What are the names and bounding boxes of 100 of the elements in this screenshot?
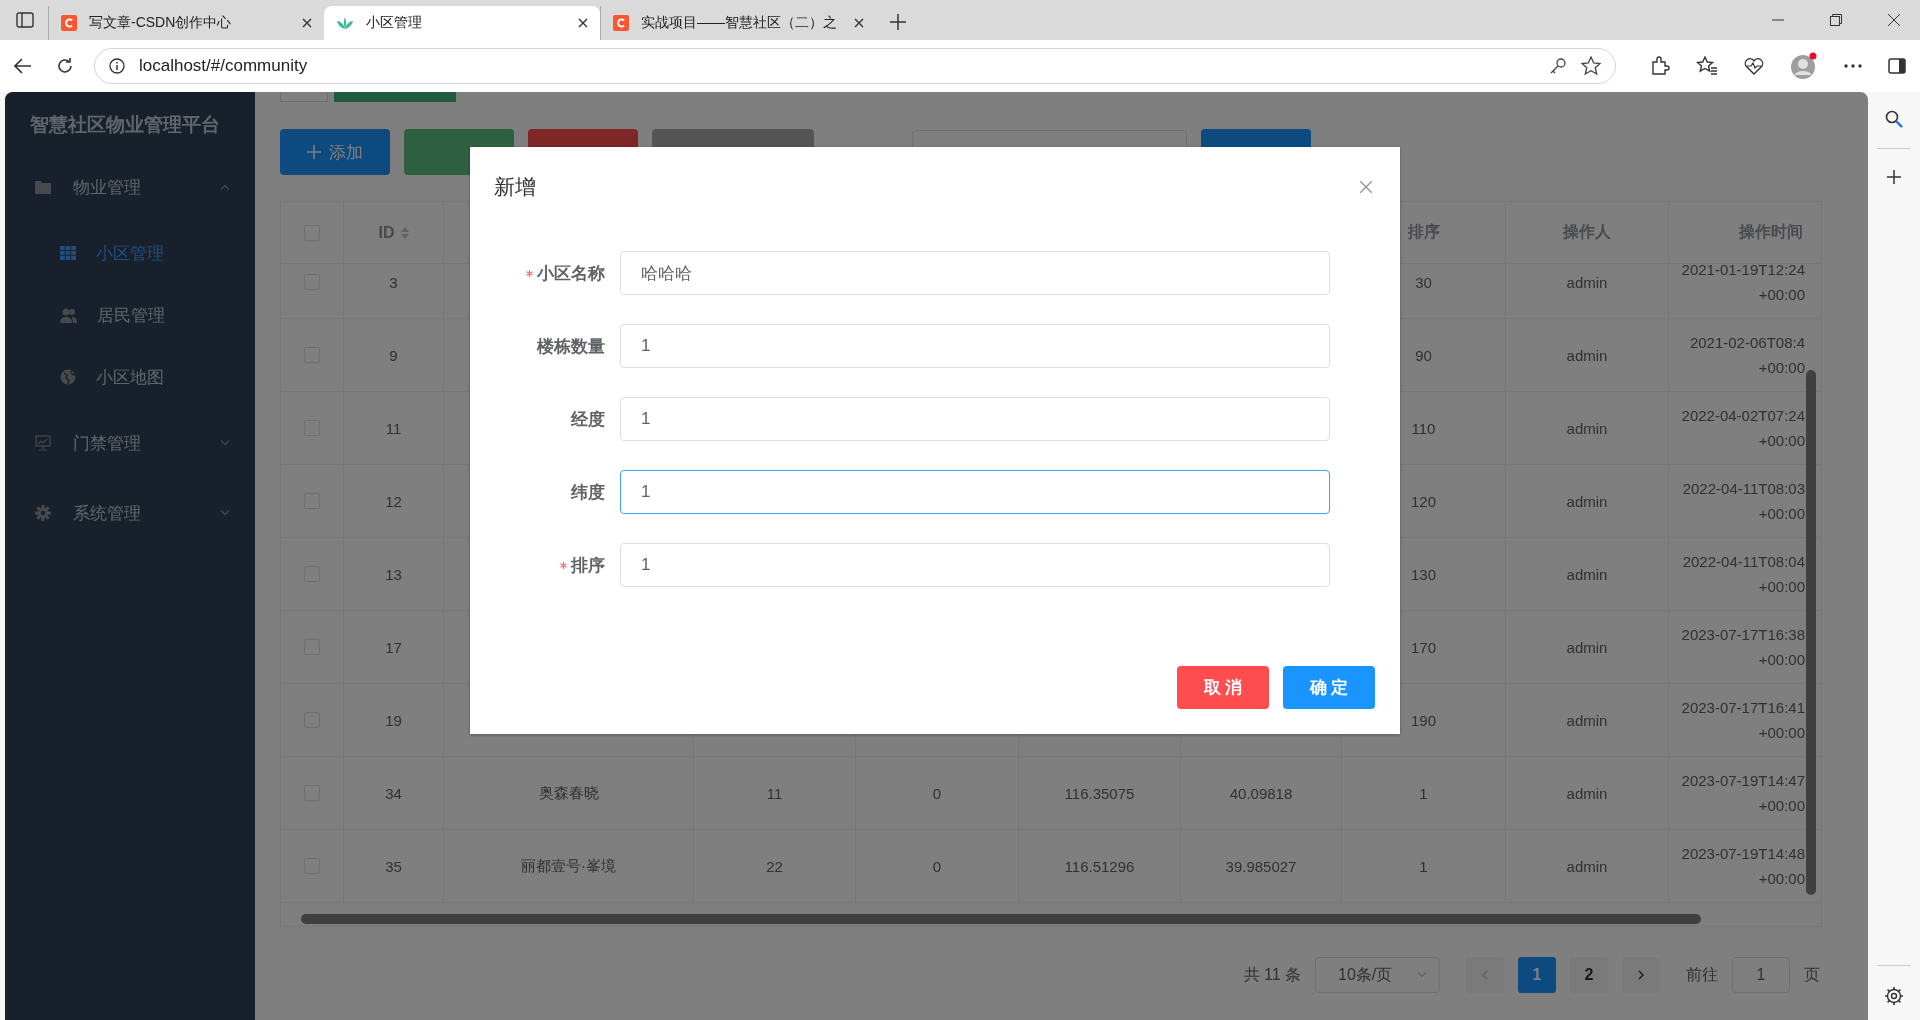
field-label: 排序 [571, 554, 605, 577]
heart-icon[interactable] [1744, 57, 1764, 75]
table-cell: 2022-04-11T08:03 [1682, 480, 1805, 497]
table-cell: 110 [1411, 419, 1436, 437]
maximize-icon[interactable] [1830, 14, 1842, 26]
c-logo-icon [61, 15, 77, 31]
folder-icon [35, 180, 51, 194]
search-icon[interactable] [1885, 110, 1903, 128]
table-cell: 22 [766, 857, 783, 875]
table-cell: 2023-07-19T14:48 [1681, 845, 1805, 862]
table-cell: 35 [385, 857, 402, 875]
dialog-button[interactable]: 确 定 [1283, 666, 1375, 709]
favorites-icon[interactable] [1696, 56, 1718, 76]
table-cell: 9 [389, 346, 398, 364]
submenu-item[interactable]: 居民管理 [5, 284, 255, 346]
chevron-left-icon [1482, 970, 1488, 980]
page-button[interactable]: 1 [1518, 957, 1556, 993]
table-cell: +00:00 [1758, 432, 1805, 449]
table-cell: 0 [932, 784, 942, 802]
table-cell: admin [1566, 638, 1608, 656]
c-logo-icon [613, 15, 629, 31]
table-cell: 13 [385, 565, 402, 583]
submenu-item[interactable]: 小区地图 [5, 346, 255, 408]
add-icon[interactable] [1886, 169, 1902, 185]
close-icon[interactable] [302, 18, 312, 28]
table-cell: 0 [932, 857, 942, 875]
plus-icon [307, 145, 321, 159]
table-cell: 120 [1411, 492, 1436, 510]
avatar-icon[interactable] [1790, 52, 1818, 80]
tab-actions-icon[interactable] [16, 12, 34, 28]
page-size-select[interactable]: 10条/页 [1315, 957, 1440, 993]
info-icon [109, 58, 125, 74]
dialog-button[interactable]: 取 消 [1177, 666, 1269, 709]
back-icon[interactable] [14, 58, 32, 74]
menu-item[interactable]: 物业管理 [5, 152, 255, 222]
star-icon[interactable] [1581, 56, 1601, 76]
table-cell: admin [1566, 419, 1608, 437]
input-field[interactable]: 1 [620, 470, 1330, 514]
input-field[interactable]: 1 [620, 543, 1330, 587]
table-cell: admin [1566, 273, 1608, 291]
table-cell: 30 [1415, 273, 1432, 291]
more-icon[interactable] [1844, 64, 1862, 68]
chevron-right-icon [1638, 970, 1644, 980]
menu-item[interactable]: 门禁管理 [5, 408, 255, 478]
table-cell: 2023-07-19T14:47 [1681, 772, 1805, 789]
table-cell: 2022-04-11T08:04 [1682, 553, 1805, 570]
page-input[interactable]: 1 [1732, 957, 1790, 993]
app-title: 智慧社区物业管理平台 [29, 113, 221, 137]
table-cell: 2023-07-17T16:38 [1681, 626, 1805, 643]
browser-tab[interactable]: 小区管理 [324, 6, 600, 40]
table-cell: 130 [1411, 565, 1436, 583]
table-cell: 34 [385, 784, 402, 802]
table-cell: 1 [1419, 784, 1428, 802]
table-cell: 2022-04-02T07:24 [1681, 407, 1805, 424]
goto-label: 前往 [1686, 964, 1718, 985]
new-tab-icon[interactable] [890, 14, 906, 30]
page-button[interactable]: 2 [1570, 957, 1608, 993]
close-icon[interactable] [854, 18, 864, 28]
table-cell: +00:00 [1758, 870, 1805, 887]
chevron-down-icon [1417, 972, 1427, 978]
table-cell: 2023-07-17T16:41 [1681, 699, 1805, 716]
table-cell: 12 [385, 492, 402, 510]
sidebar-toggle-icon[interactable] [1888, 58, 1906, 74]
table-cell: 17 [385, 638, 402, 656]
reload-icon[interactable] [56, 57, 74, 75]
table-cell: 11 [385, 419, 402, 437]
puzzle-icon[interactable] [1650, 56, 1670, 76]
table-cell: 116.35075 [1064, 784, 1135, 802]
table-cell: 170 [1411, 638, 1436, 656]
table-cell: admin [1566, 565, 1608, 583]
table-cell: admin [1566, 857, 1608, 875]
goto-suffix: 页 [1804, 964, 1820, 985]
menu-item[interactable]: 系统管理 [5, 478, 255, 548]
table-cell: 2021-01-19T12:24 [1681, 264, 1805, 278]
field-label: 经度 [571, 408, 605, 431]
table-cell: 2021-02-06T08:4 [1689, 334, 1805, 351]
key-icon[interactable] [1549, 57, 1567, 75]
required-icon [560, 561, 567, 569]
field-label: 纬度 [571, 481, 605, 504]
close-icon[interactable] [1888, 14, 1900, 26]
table-cell: admin [1566, 492, 1608, 510]
table-cell: 1 [1419, 857, 1428, 875]
dialog-title: 新增 [494, 174, 536, 200]
table-cell: 116.51296 [1064, 857, 1135, 875]
submenu-item[interactable]: 小区管理 [5, 222, 255, 284]
input-field[interactable]: 哈哈哈 [620, 251, 1330, 295]
input-field[interactable]: 1 [620, 324, 1330, 368]
table-cell: 190 [1411, 711, 1436, 729]
table-cell: 丽都壹号·峯境 [521, 856, 616, 876]
total-count: 共 11 条 [1243, 964, 1301, 985]
toolbar-button[interactable]: 添加 [280, 129, 390, 175]
settings-icon[interactable] [1884, 986, 1904, 1006]
field-label: 楼栋数量 [537, 335, 605, 358]
input-field[interactable]: 1 [620, 397, 1330, 441]
required-icon [526, 269, 533, 277]
sort-icon [400, 226, 409, 239]
users-icon [60, 307, 77, 323]
close-icon[interactable] [578, 18, 588, 28]
chart-monitor-icon [35, 435, 51, 451]
leaf-icon [336, 16, 354, 30]
